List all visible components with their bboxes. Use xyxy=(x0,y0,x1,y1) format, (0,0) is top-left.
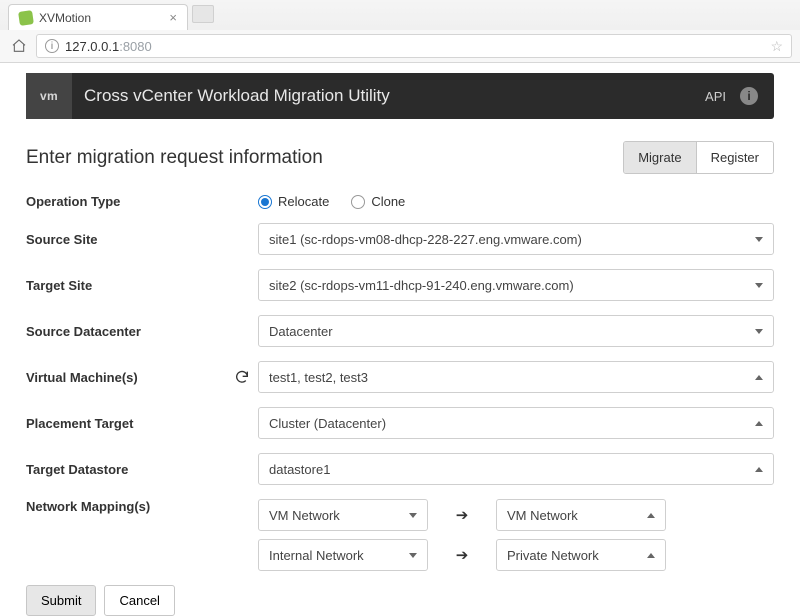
url-port: :8080 xyxy=(119,39,152,54)
source-site-select[interactable]: site1 (sc-rdops-vm08-dhcp-228-227.eng.vm… xyxy=(258,223,774,255)
address-bar: i 127.0.0.1:8080 ☆ xyxy=(0,30,800,62)
network-mappings: VM Network ➔ VM Network Internal Network… xyxy=(258,499,774,571)
chevron-up-icon xyxy=(647,513,655,518)
clone-radio[interactable]: Clone xyxy=(351,194,405,209)
source-datacenter-value: Datacenter xyxy=(269,324,333,339)
source-site-value: site1 (sc-rdops-vm08-dhcp-228-227.eng.vm… xyxy=(269,232,582,247)
netmap-src-value: VM Network xyxy=(269,508,340,523)
url-host: 127.0.0.1 xyxy=(65,39,119,54)
chevron-up-icon xyxy=(755,467,763,472)
new-tab-button[interactable] xyxy=(192,5,214,23)
network-mappings-label: Network Mapping(s) xyxy=(26,499,226,514)
placement-target-value: Cluster (Datacenter) xyxy=(269,416,386,431)
network-mapping-row: Internal Network ➔ Private Network xyxy=(258,539,774,571)
close-icon[interactable]: × xyxy=(169,11,177,24)
relocate-label: Relocate xyxy=(278,194,329,209)
chevron-up-icon xyxy=(755,375,763,380)
tab-title: XVMotion xyxy=(39,11,91,25)
virtual-machines-label: Virtual Machine(s) xyxy=(26,370,226,385)
mode-toggle: Migrate Register xyxy=(623,141,774,174)
bookmark-icon[interactable]: ☆ xyxy=(770,38,783,55)
home-button[interactable] xyxy=(8,35,30,57)
arrow-right-icon: ➔ xyxy=(442,546,482,564)
target-datastore-value: datastore1 xyxy=(269,462,330,477)
virtual-machines-select[interactable]: test1, test2, test3 xyxy=(258,361,774,393)
target-datastore-label: Target Datastore xyxy=(26,462,226,477)
target-site-select[interactable]: site2 (sc-rdops-vm11-dhcp-91-240.eng.vmw… xyxy=(258,269,774,301)
chevron-down-icon xyxy=(409,553,417,558)
netmap-src-select[interactable]: Internal Network xyxy=(258,539,428,571)
source-datacenter-select[interactable]: Datacenter xyxy=(258,315,774,347)
placement-target-label: Placement Target xyxy=(26,416,226,431)
target-datastore-select[interactable]: datastore1 xyxy=(258,453,774,485)
target-site-value: site2 (sc-rdops-vm11-dhcp-91-240.eng.vmw… xyxy=(269,278,574,293)
netmap-dst-select[interactable]: Private Network xyxy=(496,539,666,571)
app-title: Cross vCenter Workload Migration Utility xyxy=(84,86,390,106)
page-title: Enter migration request information xyxy=(26,147,323,169)
chevron-down-icon xyxy=(755,237,763,242)
browser-tab[interactable]: XVMotion × xyxy=(8,4,188,30)
cancel-button[interactable]: Cancel xyxy=(104,585,174,616)
operation-type-group: Relocate Clone xyxy=(258,194,405,209)
network-mapping-row: VM Network ➔ VM Network xyxy=(258,499,774,531)
tabbar: XVMotion × xyxy=(0,0,800,30)
netmap-src-value: Internal Network xyxy=(269,548,364,563)
bottom-actions: Submit Cancel xyxy=(26,585,774,616)
placement-target-select[interactable]: Cluster (Datacenter) xyxy=(258,407,774,439)
submit-button[interactable]: Submit xyxy=(26,585,96,616)
radio-dot-icon xyxy=(351,195,365,209)
chevron-up-icon xyxy=(755,421,763,426)
netmap-src-select[interactable]: VM Network xyxy=(258,499,428,531)
clone-label: Clone xyxy=(371,194,405,209)
source-site-label: Source Site xyxy=(26,232,226,247)
netmap-dst-select[interactable]: VM Network xyxy=(496,499,666,531)
tab-favicon xyxy=(18,10,34,26)
site-info-icon[interactable]: i xyxy=(45,39,59,53)
browser-chrome: XVMotion × i 127.0.0.1:8080 ☆ xyxy=(0,0,800,63)
info-icon[interactable]: i xyxy=(740,87,758,105)
chevron-down-icon xyxy=(409,513,417,518)
virtual-machines-value: test1, test2, test3 xyxy=(269,370,368,385)
netmap-dst-value: Private Network xyxy=(507,548,599,563)
chevron-down-icon xyxy=(755,283,763,288)
source-datacenter-label: Source Datacenter xyxy=(26,324,226,339)
url-field[interactable]: i 127.0.0.1:8080 ☆ xyxy=(36,34,792,58)
api-link[interactable]: API xyxy=(705,89,726,104)
chevron-down-icon xyxy=(755,329,763,334)
register-button[interactable]: Register xyxy=(696,142,773,173)
operation-type-label: Operation Type xyxy=(26,194,226,209)
migrate-button[interactable]: Migrate xyxy=(624,142,695,173)
chevron-up-icon xyxy=(647,553,655,558)
arrow-right-icon: ➔ xyxy=(442,506,482,524)
app-logo: vm xyxy=(26,73,72,119)
netmap-dst-value: VM Network xyxy=(507,508,578,523)
app-header: vm Cross vCenter Workload Migration Util… xyxy=(26,73,774,119)
refresh-icon[interactable] xyxy=(234,369,250,385)
target-site-label: Target Site xyxy=(26,278,226,293)
radio-dot-icon xyxy=(258,195,272,209)
relocate-radio[interactable]: Relocate xyxy=(258,194,329,209)
heading-row: Enter migration request information Migr… xyxy=(26,141,774,174)
